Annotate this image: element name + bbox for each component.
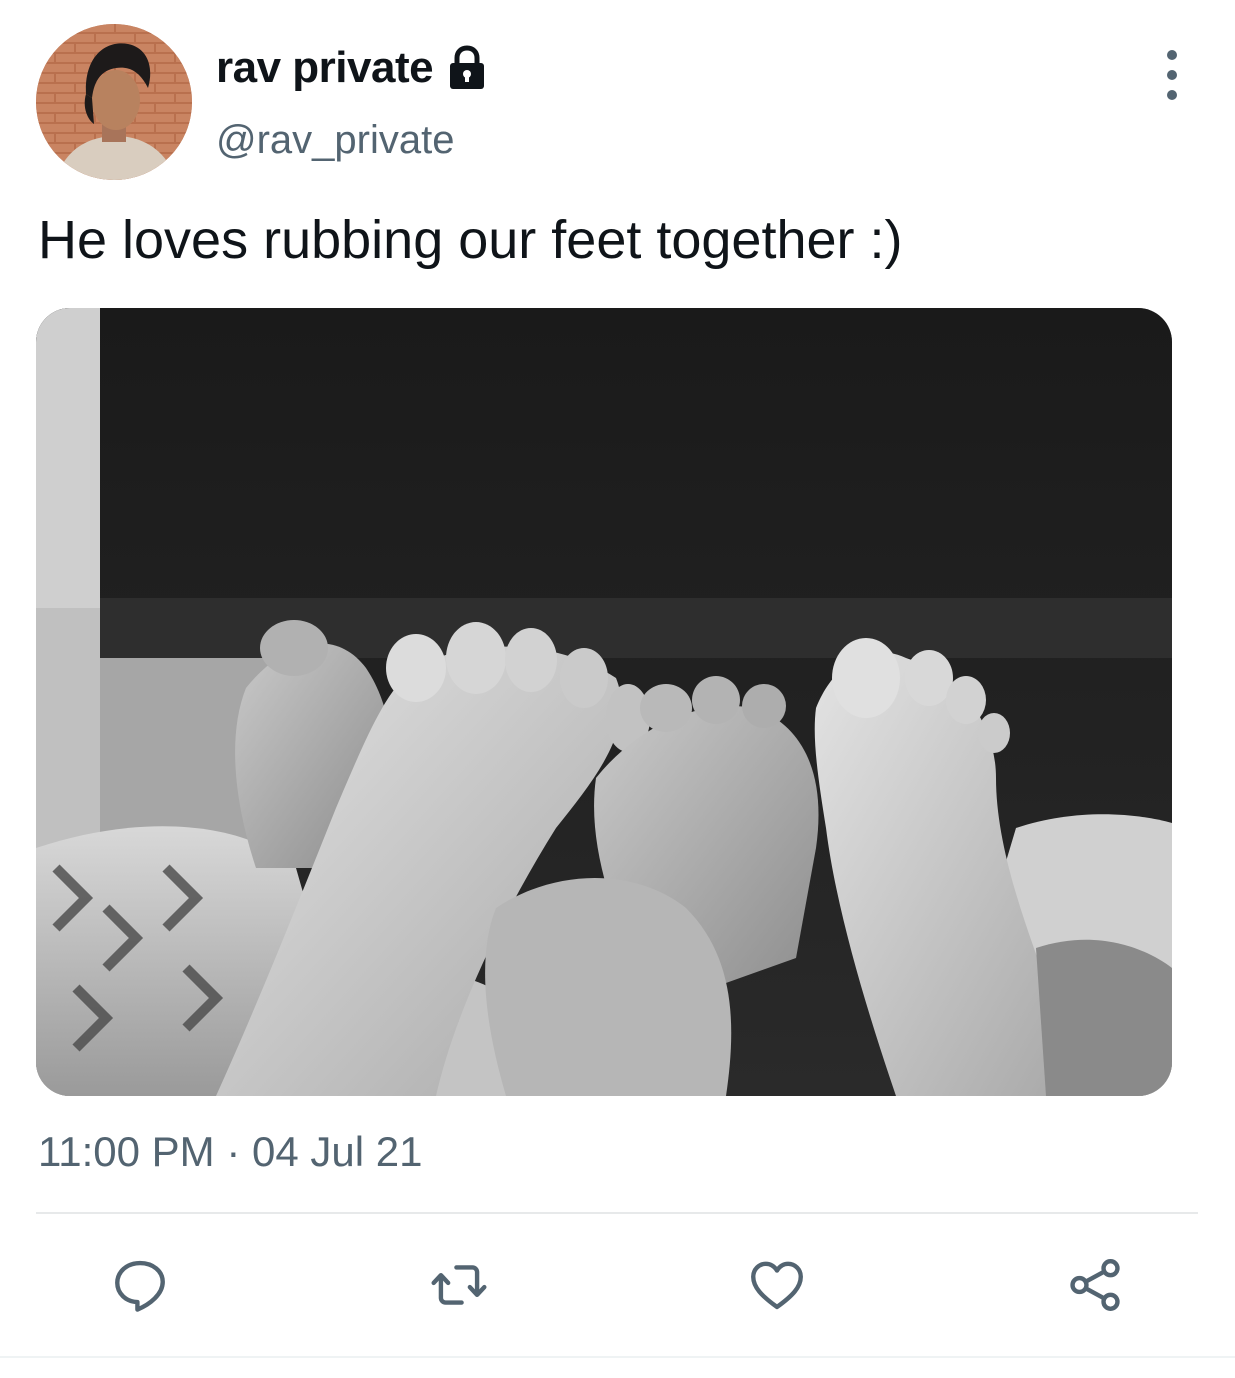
avatar[interactable] (36, 24, 192, 180)
lock-icon (443, 44, 491, 92)
heart-icon (751, 1261, 803, 1310)
tweet-text: He loves rubbing our feet together :) (38, 210, 903, 270)
reply-button[interactable] (105, 1250, 175, 1320)
retweet-button[interactable] (424, 1250, 494, 1320)
action-bar (0, 1250, 1235, 1320)
display-name-row[interactable]: rav private (216, 38, 491, 98)
more-dot (1167, 70, 1177, 80)
display-name[interactable]: rav private (216, 38, 434, 98)
tweet-photo[interactable] (36, 308, 1172, 1096)
tweet: rav private @rav_private He loves rubbin… (0, 0, 1235, 1378)
retweet-icon (431, 1265, 487, 1305)
more-dot (1167, 50, 1177, 60)
share-icon (1070, 1259, 1120, 1311)
like-button[interactable] (742, 1250, 812, 1320)
divider (36, 1212, 1198, 1214)
reply-icon (115, 1260, 165, 1312)
user-handle[interactable]: @rav_private (216, 112, 454, 168)
divider (0, 1356, 1235, 1358)
more-dot (1167, 90, 1177, 100)
more-vertical-icon[interactable] (1150, 50, 1194, 100)
share-button[interactable] (1060, 1250, 1130, 1320)
tweet-timestamp[interactable]: 11:00 PM · 04 Jul 21 (38, 1124, 422, 1180)
